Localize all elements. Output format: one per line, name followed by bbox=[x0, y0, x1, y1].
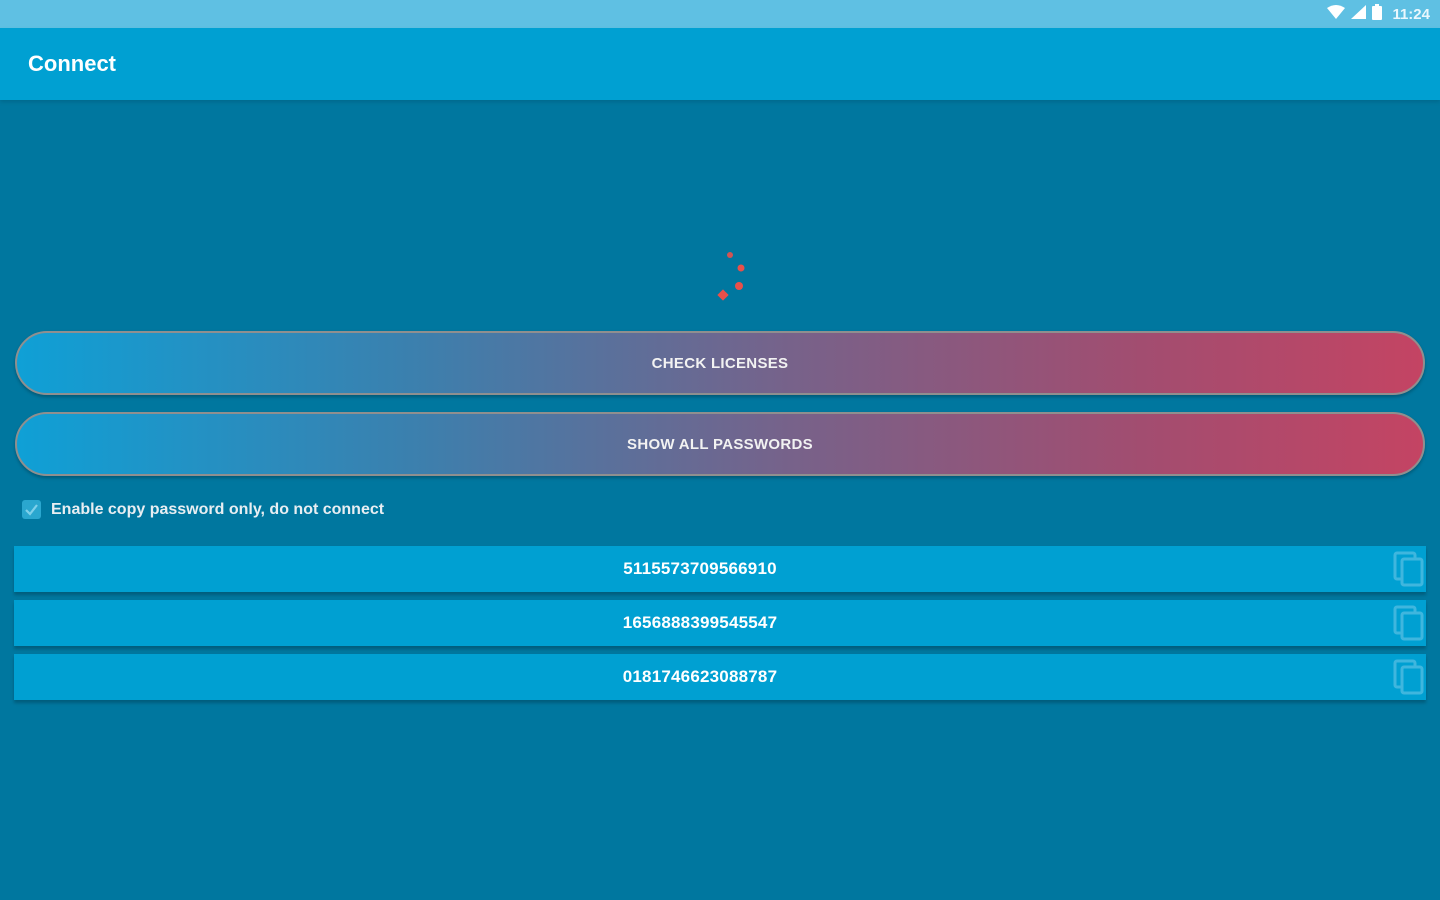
status-icons: 11:24 bbox=[1327, 3, 1430, 25]
copy-icon[interactable] bbox=[1390, 550, 1426, 588]
signal-icon bbox=[1351, 4, 1367, 24]
show-all-passwords-button[interactable]: SHOW ALL PASSWORDS bbox=[15, 412, 1425, 476]
loading-spinner-icon bbox=[710, 246, 760, 306]
page-title: Connect bbox=[28, 51, 116, 76]
password-row[interactable]: 1656888399545547 bbox=[14, 600, 1426, 646]
checkmark-icon bbox=[25, 504, 38, 516]
status-time: 11:24 bbox=[1392, 5, 1430, 23]
password-row[interactable]: 5115573709566910 bbox=[14, 546, 1426, 592]
copy-icon[interactable] bbox=[1390, 658, 1426, 696]
copy-only-label: Enable copy password only, do not connec… bbox=[51, 500, 385, 518]
copy-icon[interactable] bbox=[1390, 604, 1426, 642]
copy-only-checkbox[interactable] bbox=[22, 500, 41, 519]
wifi-icon bbox=[1327, 4, 1346, 24]
show-all-passwords-label: SHOW ALL PASSWORDS bbox=[627, 435, 813, 453]
status-bar: 11:24 bbox=[0, 0, 1440, 28]
password-value: 1656888399545547 bbox=[622, 613, 778, 632]
check-licenses-label: CHECK LICENSES bbox=[651, 354, 789, 372]
password-value: 0181746623088787 bbox=[622, 667, 778, 686]
check-licenses-button[interactable]: CHECK LICENSES bbox=[15, 331, 1425, 395]
copy-only-option[interactable]: Enable copy password only, do not connec… bbox=[22, 500, 384, 519]
app-bar: Connect bbox=[0, 28, 1440, 100]
password-value: 5115573709566910 bbox=[623, 559, 777, 578]
battery-icon bbox=[1372, 3, 1383, 25]
password-row[interactable]: 0181746623088787 bbox=[14, 654, 1426, 700]
